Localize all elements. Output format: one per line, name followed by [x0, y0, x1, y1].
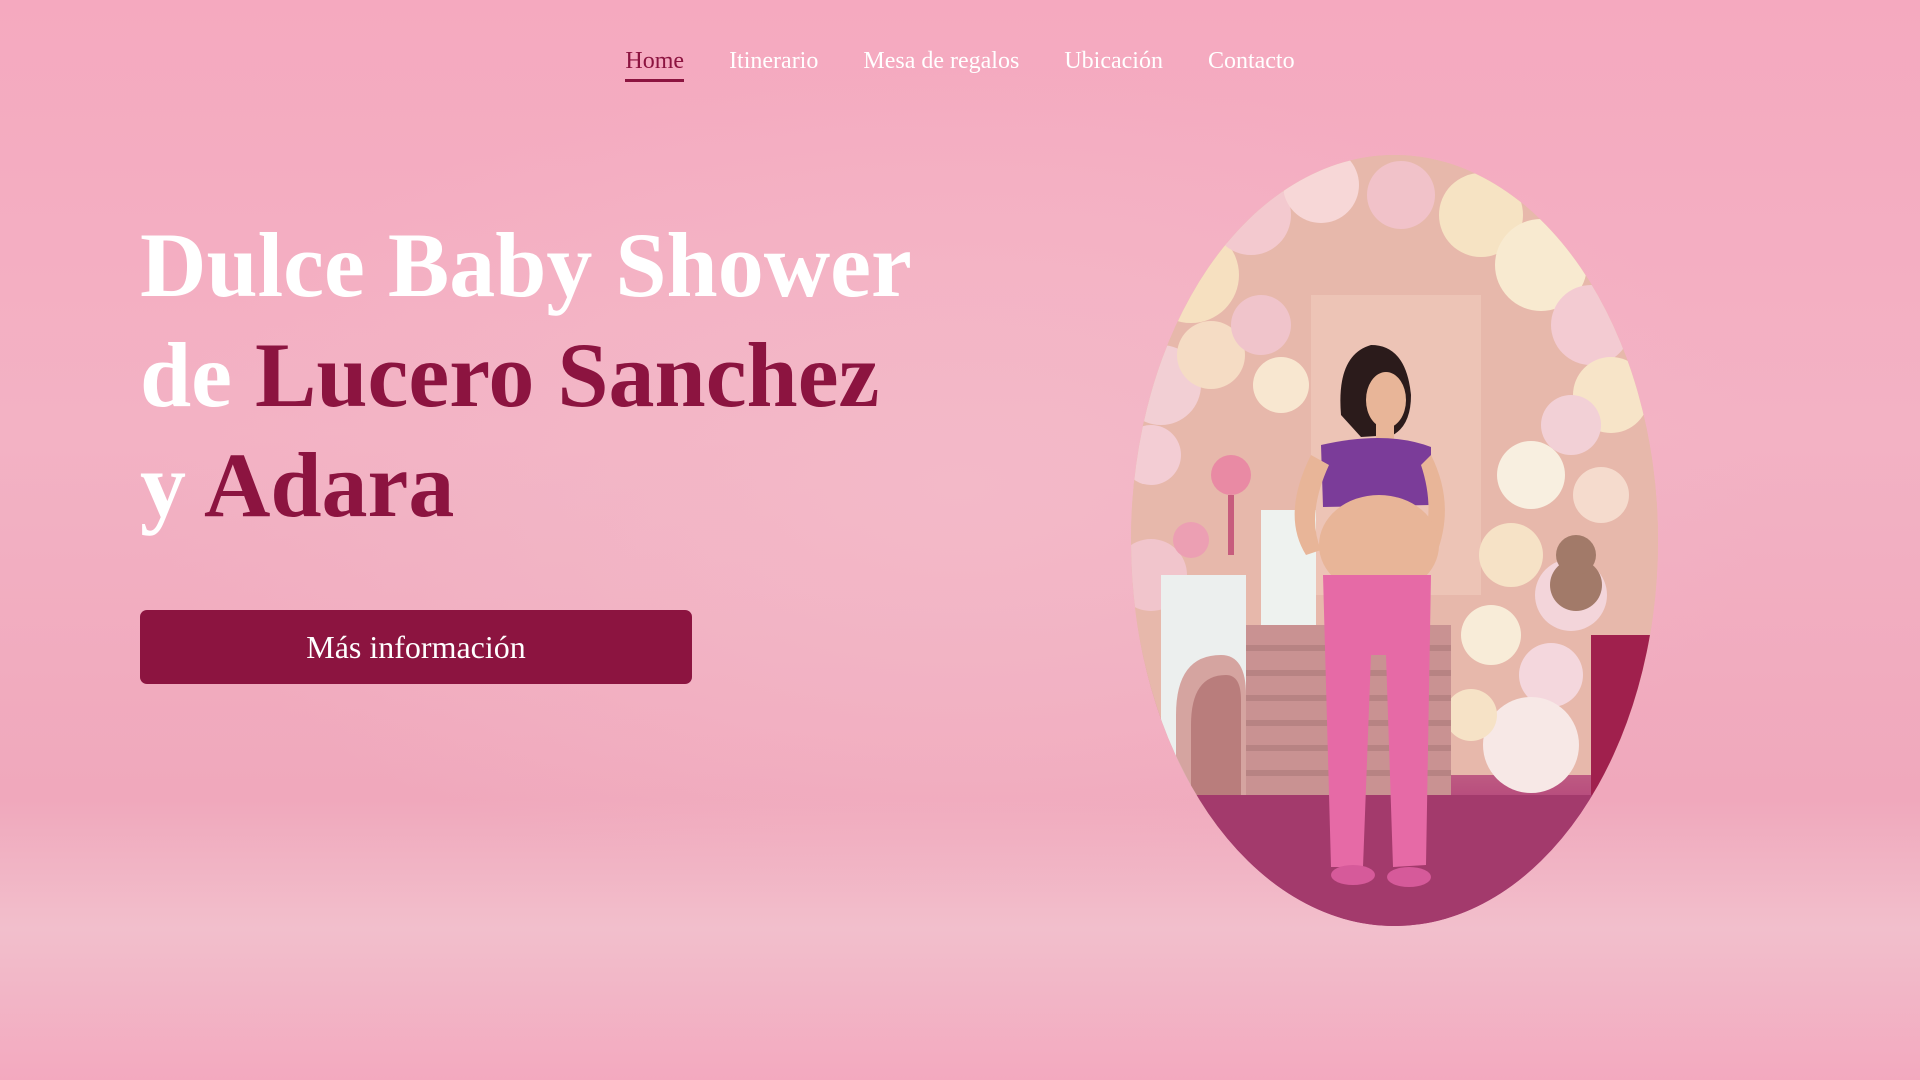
hero-photo-illustration: [1131, 155, 1658, 926]
hero-title-line1: Dulce Baby Shower: [140, 214, 912, 316]
hero-title-line2-prefix: de: [140, 324, 255, 426]
nav-item-ubicacion[interactable]: Ubicación: [1064, 48, 1163, 82]
more-info-button[interactable]: Más información: [140, 610, 692, 684]
hero-photo: [1131, 155, 1658, 926]
nav-item-contacto[interactable]: Contacto: [1208, 48, 1295, 82]
nav-item-mesa-de-regalos[interactable]: Mesa de regalos: [863, 48, 1019, 82]
hero-title-line3-prefix: y: [140, 434, 204, 536]
hero-title-name: Lucero Sanchez: [255, 324, 880, 426]
hero-title-baby-name: Adara: [203, 434, 455, 536]
hero-title: Dulce Baby Shower de Lucero Sanchez y Ad…: [140, 210, 1040, 540]
nav-item-itinerario[interactable]: Itinerario: [729, 48, 818, 82]
main-nav: Home Itinerario Mesa de regalos Ubicació…: [0, 48, 1920, 82]
nav-item-home[interactable]: Home: [625, 48, 685, 82]
